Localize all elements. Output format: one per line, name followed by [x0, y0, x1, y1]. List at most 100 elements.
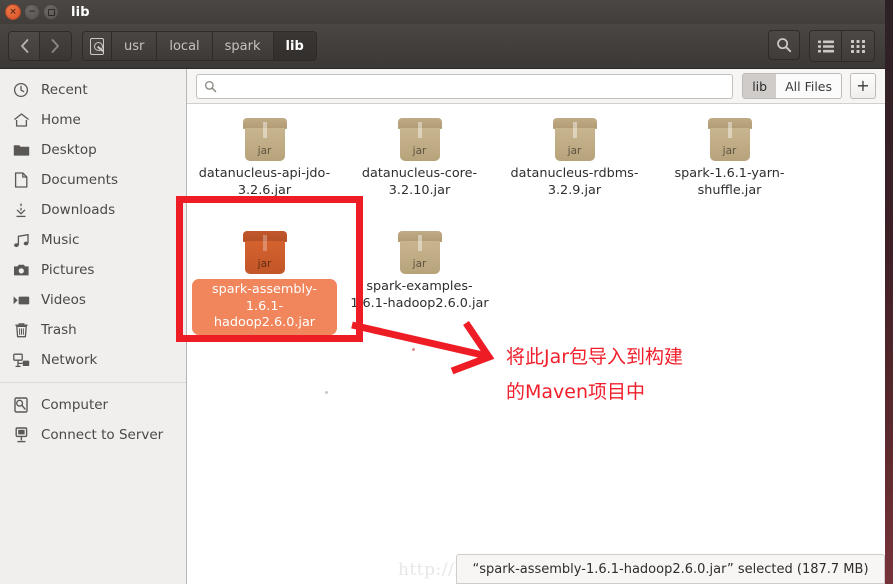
breadcrumb: usr local spark lib — [82, 31, 317, 61]
back-button[interactable] — [9, 32, 40, 60]
file-name: spark-examples-1.6.1-hadoop2.6.0.jar — [350, 279, 489, 311]
add-filter-button[interactable]: + — [850, 73, 876, 99]
scope-all-files-button[interactable]: All Files — [776, 74, 841, 98]
search-button[interactable] — [768, 30, 800, 60]
sidebar-item-label: Music — [41, 232, 80, 248]
minimize-button[interactable]: − — [24, 4, 40, 20]
close-button[interactable]: × — [5, 4, 21, 20]
forward-button[interactable] — [40, 32, 71, 60]
file-item-datanucleus-core[interactable]: jar datanucleus-core-3.2.10.jar — [342, 112, 497, 199]
search-scope-toggle: lib All Files — [742, 73, 842, 99]
sidebar-item-label: Videos — [41, 292, 86, 308]
music-note-icon — [11, 233, 31, 248]
sidebar-item-label: Desktop — [41, 142, 97, 158]
breadcrumb-item-spark[interactable]: spark — [212, 32, 274, 60]
sidebar-item-home[interactable]: Home — [0, 105, 186, 135]
title-bar: × − lib — [0, 0, 885, 24]
sidebar-item-label: Computer — [41, 397, 109, 413]
camera-icon — [11, 263, 31, 277]
file-name: spark-assembly-1.6.1-hadoop2.6.0.jar — [192, 279, 337, 335]
file-item-datanucleus-api-jdo[interactable]: jar datanucleus-api-jdo-3.2.6.jar — [187, 112, 342, 199]
sidebar-item-trash[interactable]: Trash — [0, 315, 186, 345]
maximize-icon — [47, 8, 55, 16]
window-controls: × − — [5, 4, 59, 20]
file-item-spark-assembly-selected[interactable]: jar spark-assembly-1.6.1-hadoop2.6.0.jar — [187, 225, 342, 335]
search-icon — [204, 80, 217, 93]
jar-file-icon: jar — [397, 231, 443, 275]
close-icon: × — [9, 6, 17, 17]
file-item-datanucleus-rdbms[interactable]: jar datanucleus-rdbms-3.2.9.jar — [497, 112, 652, 199]
file-item-spark-yarn-shuffle[interactable]: jar spark-1.6.1-yarn-shuffle.jar — [652, 112, 807, 199]
drive-icon — [90, 37, 104, 55]
sidebar-item-videos[interactable]: Videos — [0, 285, 186, 315]
breadcrumb-item-lib[interactable]: lib — [273, 32, 316, 60]
document-icon — [11, 172, 31, 188]
download-arrow-icon — [11, 202, 31, 218]
window-title: lib — [71, 4, 90, 20]
chevron-right-icon — [51, 39, 59, 53]
sidebar-item-computer[interactable]: Computer — [0, 390, 186, 420]
home-icon — [11, 112, 31, 128]
maximize-button[interactable] — [43, 4, 59, 20]
sidebar-item-documents[interactable]: Documents — [0, 165, 186, 195]
breadcrumb-root-button[interactable] — [83, 32, 112, 60]
jar-file-icon: jar — [397, 118, 443, 162]
breadcrumb-item-local[interactable]: local — [157, 32, 213, 60]
file-manager-window: × − lib usr local spark lib lib All File… — [0, 0, 893, 584]
navigation-buttons — [8, 31, 72, 61]
server-icon — [11, 427, 31, 443]
sidebar-item-downloads[interactable]: Downloads — [0, 195, 186, 225]
jar-file-icon: jar — [552, 118, 598, 162]
grid-view-button[interactable] — [842, 31, 874, 61]
sidebar-item-label: Downloads — [41, 202, 116, 218]
clock-icon — [11, 82, 31, 98]
annotation-text: 将此Jar包导入到构建 的Maven项目中 — [506, 346, 684, 403]
file-row: jar datanucleus-api-jdo-3.2.6.jar jar da… — [187, 112, 885, 199]
file-name: datanucleus-core-3.2.10.jar — [361, 166, 478, 198]
list-view-button[interactable] — [810, 31, 842, 61]
file-list-view[interactable]: jar datanucleus-api-jdo-3.2.6.jar jar da… — [187, 104, 885, 554]
search-field-wrapper[interactable] — [196, 73, 734, 99]
jar-icon-label: jar — [412, 145, 427, 157]
status-bar: “spark-assembly-1.6.1-hadoop2.6.0.jar” s… — [456, 554, 885, 584]
file-name: datanucleus-api-jdo-3.2.6.jar — [198, 166, 331, 198]
jar-icon-label: jar — [412, 258, 427, 270]
jar-file-icon: jar — [707, 118, 753, 162]
list-view-icon — [817, 40, 834, 52]
desktop-background-strip — [885, 0, 893, 584]
jar-file-icon: jar — [242, 118, 288, 162]
file-item-spark-examples[interactable]: jar spark-examples-1.6.1-hadoop2.6.0.jar — [342, 225, 497, 335]
status-text: “spark-assembly-1.6.1-hadoop2.6.0.jar” s… — [472, 561, 869, 577]
sidebar-item-desktop[interactable]: Desktop — [0, 135, 186, 165]
network-icon — [11, 353, 31, 368]
sidebar: Recent Home Desktop Documents Downloads — [0, 69, 187, 584]
file-grid: jar datanucleus-api-jdo-3.2.6.jar jar da… — [187, 104, 885, 335]
sidebar-item-label: Connect to Server — [41, 427, 164, 443]
folder-icon — [11, 143, 31, 157]
breadcrumb-item-usr[interactable]: usr — [112, 32, 158, 60]
sidebar-item-label: Network — [41, 352, 98, 368]
sidebar-separator — [0, 382, 186, 383]
file-name: spark-1.6.1-yarn-shuffle.jar — [674, 166, 785, 198]
sidebar-item-label: Home — [41, 112, 81, 128]
view-mode-group — [809, 30, 875, 62]
stray-dot — [412, 348, 415, 351]
sidebar-item-pictures[interactable]: Pictures — [0, 255, 186, 285]
sidebar-item-label: Recent — [41, 82, 88, 98]
jar-icon-label: jar — [567, 145, 582, 157]
chevron-left-icon — [20, 39, 28, 53]
file-name: datanucleus-rdbms-3.2.9.jar — [510, 166, 639, 198]
jar-icon-label: jar — [722, 145, 737, 157]
sidebar-item-music[interactable]: Music — [0, 225, 186, 255]
jar-icon-label: jar — [257, 145, 272, 157]
stray-dot — [325, 391, 328, 394]
sidebar-item-network[interactable]: Network — [0, 345, 186, 375]
sidebar-item-recent[interactable]: Recent — [0, 75, 186, 105]
sidebar-item-label: Pictures — [41, 262, 95, 278]
search-input[interactable] — [222, 78, 726, 94]
drive-icon — [11, 397, 31, 413]
search-bar: lib All Files + — [187, 69, 885, 104]
search-icon — [777, 38, 792, 53]
sidebar-item-connect-to-server[interactable]: Connect to Server — [0, 420, 186, 450]
scope-lib-button[interactable]: lib — [743, 74, 777, 98]
